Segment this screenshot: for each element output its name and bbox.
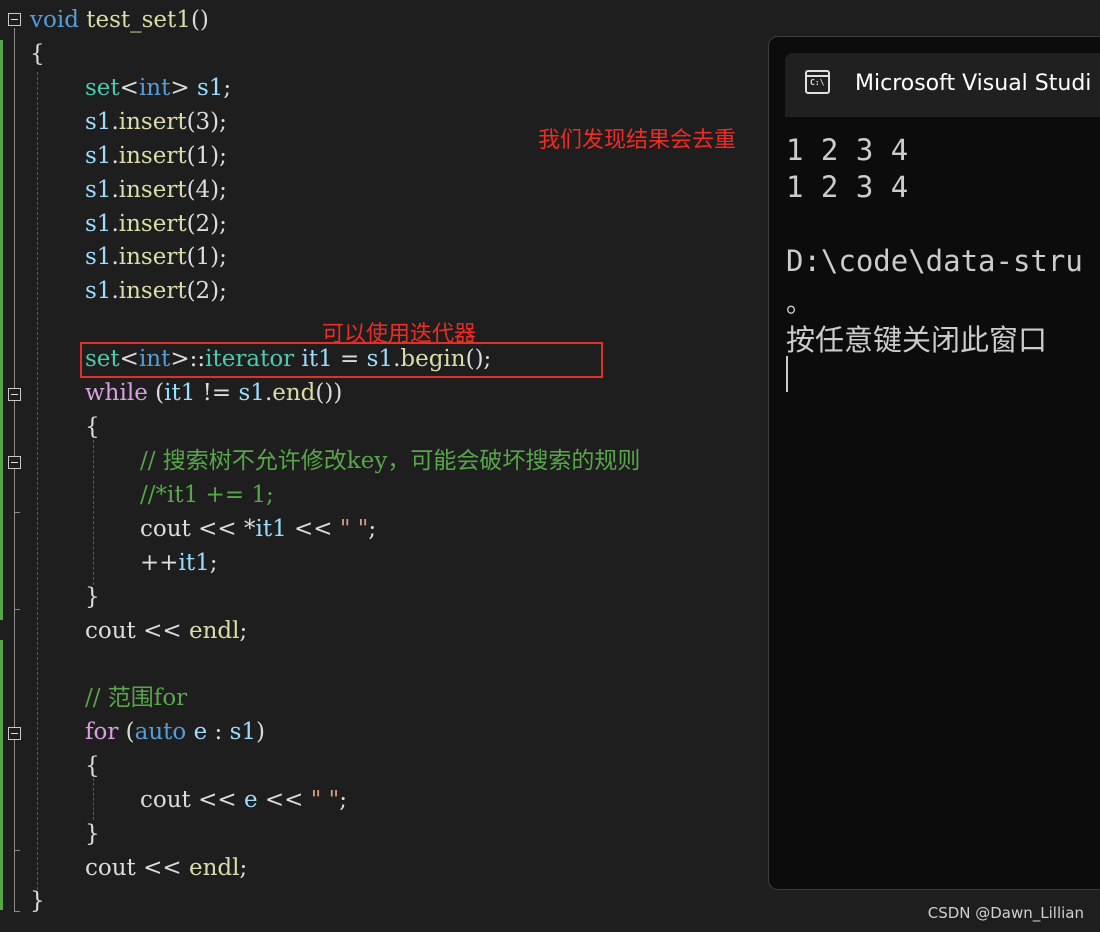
code-line: s1.insert(2); [85, 211, 227, 237]
code-line: cout << endl; [85, 855, 248, 881]
fold-end-tick [14, 512, 20, 513]
code-line: s1.insert(1); [85, 244, 227, 270]
code-line: { [85, 753, 100, 779]
console-output-line: 1 2 3 4 [786, 133, 909, 167]
console-window[interactable]: C:\ Microsoft Visual Studi 1 2 3 4 1 2 3… [768, 36, 1100, 890]
code-line: s1.insert(3); [85, 109, 227, 135]
console-cursor [786, 356, 788, 392]
code-line: for (auto e : s1) [85, 719, 266, 745]
code-line: cout << e << " "; [140, 787, 347, 813]
code-line: } [30, 888, 45, 914]
code-line: cout << *it1 << " "; [140, 516, 377, 542]
change-indicator [0, 40, 3, 620]
code-line: } [85, 584, 100, 610]
console-output-line: 1 2 3 4 [786, 170, 909, 204]
fold-line [14, 28, 15, 912]
indent-guide [37, 72, 38, 890]
code-line: void test_set1() [30, 7, 209, 33]
collapse-function-icon[interactable] [8, 13, 21, 26]
indent-guide [93, 778, 94, 820]
indent-guide [93, 440, 94, 585]
terminal-icon: C:\ [805, 70, 830, 94]
code-line: set<int> s1; [85, 75, 232, 101]
collapse-comment-icon[interactable] [8, 456, 21, 469]
change-indicator [0, 640, 3, 910]
code-line: s1.insert(2); [85, 278, 227, 304]
code-comment: // 搜索树不允许修改key，可能会破坏搜索的规则 [140, 448, 641, 474]
code-line: cout << endl; [85, 618, 248, 644]
annotation-iterator: 可以使用迭代器 [322, 322, 477, 347]
code-line: s1.insert(4); [85, 177, 227, 203]
code-comment: //*it1 += 1; [140, 482, 274, 508]
code-comment: // 范围for [85, 685, 188, 711]
console-title: Microsoft Visual Studi [855, 71, 1092, 96]
code-line: } [85, 821, 100, 847]
fold-end-tick [14, 911, 20, 912]
fold-end-tick [14, 609, 20, 610]
fold-end-tick [14, 850, 20, 851]
code-line: { [30, 41, 45, 67]
console-output-line: D:\code\data-stru [786, 244, 1083, 278]
annotation-dedup: 我们发现结果会去重 [538, 128, 737, 153]
code-line: { [85, 414, 100, 440]
code-line: while (it1 != s1.end()) [85, 380, 343, 406]
console-output-line: 。 [786, 289, 813, 319]
collapse-for-icon[interactable] [8, 727, 21, 740]
console-output-line: 按任意键关闭此窗口 [786, 323, 1048, 357]
code-line: s1.insert(1); [85, 143, 227, 169]
watermark: CSDN @Dawn_Lillian [927, 904, 1084, 922]
code-line: ++it1; [140, 550, 218, 576]
console-titlebar[interactable]: C:\ Microsoft Visual Studi [785, 53, 1100, 117]
collapse-while-icon[interactable] [8, 388, 21, 401]
